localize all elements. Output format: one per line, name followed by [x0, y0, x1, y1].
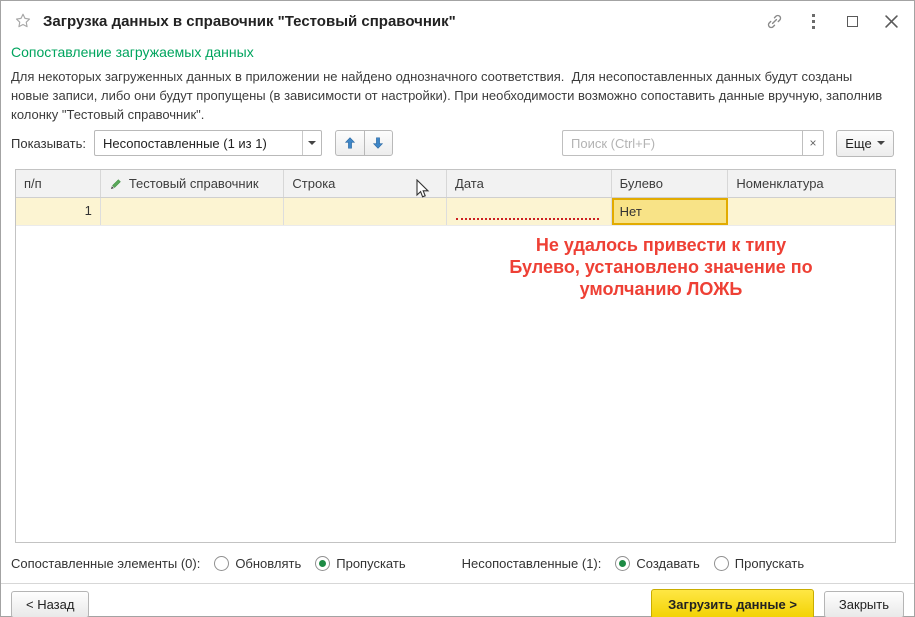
mapping-table: п/п Тестовый справочник Строка Дата Буле… [15, 169, 896, 543]
more-button-label: Еще [845, 136, 871, 151]
column-header-num[interactable]: п/п [16, 170, 101, 197]
table-header-row: п/п Тестовый справочник Строка Дата Буле… [16, 170, 895, 198]
chain-link-icon[interactable] [765, 12, 783, 30]
close-button[interactable]: Закрыть [824, 591, 904, 617]
search-input[interactable] [562, 130, 802, 156]
column-header-date[interactable]: Дата [447, 170, 612, 197]
star-icon[interactable] [14, 12, 32, 30]
search-group: × [562, 130, 824, 156]
vertical-dots-icon[interactable] [804, 12, 822, 30]
section-title: Сопоставление загружаемых данных [11, 44, 894, 60]
radio-circle [315, 556, 330, 571]
pencil-icon [109, 177, 123, 191]
toolbar: Показывать: Несопоставленные (1 из 1) × … [11, 129, 894, 157]
back-button[interactable]: < Назад [11, 591, 89, 617]
radio-circle [214, 556, 229, 571]
window-title: Загрузка данных в справочник "Тестовый с… [43, 13, 765, 30]
radio-circle [714, 556, 729, 571]
mouse-cursor-icon [416, 179, 430, 205]
table-row[interactable]: 1 Нет [16, 198, 895, 226]
cell-test-ref[interactable] [101, 198, 285, 225]
radio-unmatched-skip[interactable]: Пропускать [714, 556, 804, 571]
show-label: Показывать: [11, 136, 86, 151]
column-header-boolean[interactable]: Булево [612, 170, 729, 197]
radio-unmatched-create[interactable]: Создавать [615, 556, 699, 571]
arrow-up-icon [343, 136, 357, 150]
error-tooltip-line: Не удалось привести к типу [456, 234, 866, 256]
radio-circle [615, 556, 630, 571]
move-down-button[interactable] [364, 130, 393, 156]
radio-label: Пропускать [735, 556, 804, 571]
maximize-icon[interactable] [843, 12, 861, 30]
column-header-nomenclature[interactable]: Номенклатура [728, 170, 895, 197]
options-row: Сопоставленные элементы (0): Обновлять П… [11, 552, 894, 574]
cell-nomenclature[interactable] [728, 198, 895, 225]
cell-boolean-selected[interactable]: Нет [612, 198, 729, 225]
footer-bar: < Назад Загрузить данные > Закрыть [1, 583, 914, 617]
more-button[interactable]: Еще [836, 130, 894, 157]
filter-dropdown[interactable]: Несопоставленные (1 из 1) [94, 130, 322, 156]
chevron-down-icon [877, 141, 885, 145]
radio-label: Пропускать [336, 556, 405, 571]
error-tooltip-line: Булево, установлено значение по [456, 256, 866, 278]
move-up-button[interactable] [335, 130, 364, 156]
search-clear-button[interactable]: × [802, 130, 824, 156]
radio-matched-update[interactable]: Обновлять [214, 556, 301, 571]
unmatched-label: Несопоставленные (1): [462, 556, 602, 571]
filter-dropdown-value: Несопоставленные (1 из 1) [95, 136, 302, 151]
chevron-down-icon[interactable] [302, 131, 321, 155]
error-tooltip: Не удалось привести к типу Булево, устан… [456, 234, 866, 300]
matched-label: Сопоставленные элементы (0): [11, 556, 200, 571]
cell-num[interactable]: 1 [16, 198, 101, 225]
column-header-label: Тестовый справочник [129, 171, 259, 197]
arrow-down-icon [371, 136, 385, 150]
error-tooltip-line: умолчанию ЛОЖЬ [456, 278, 866, 300]
radio-matched-skip[interactable]: Пропускать [315, 556, 405, 571]
radio-label: Создавать [636, 556, 699, 571]
cell-date[interactable] [447, 198, 612, 225]
column-header-test-ref[interactable]: Тестовый справочник [101, 170, 285, 197]
dialog-window: Загрузка данных в справочник "Тестовый с… [0, 0, 915, 617]
close-icon[interactable] [882, 12, 900, 30]
description-text: Для некоторых загруженных данных в прило… [11, 67, 883, 124]
load-data-button[interactable]: Загрузить данные > [651, 589, 814, 617]
radio-label: Обновлять [235, 556, 301, 571]
content-area: Сопоставление загружаемых данных Для нек… [1, 41, 914, 574]
titlebar: Загрузка данных в справочник "Тестовый с… [1, 1, 914, 41]
error-underline [456, 218, 599, 220]
